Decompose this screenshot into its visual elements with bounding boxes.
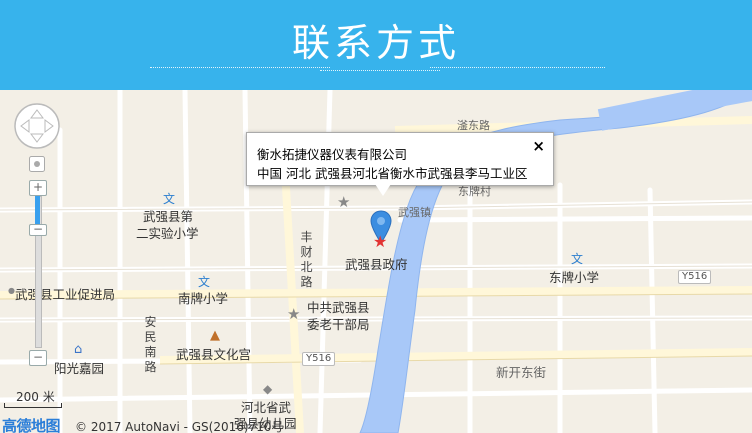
poi-label-gov: 武强县政府	[345, 257, 408, 272]
title-divider-right	[430, 67, 605, 68]
map-view[interactable]: 滏东路 武强镇 东牌村 文 武强县第 二实验小学 ★ 丰财北路 武强县政府 文 …	[0, 90, 752, 433]
poi-label-industry: 武强县工业促进局	[15, 287, 116, 302]
poi-label-yangguang: 阳光嘉园	[54, 361, 105, 376]
info-window-tail	[375, 184, 391, 196]
road-label-fengcai: 丰财北路	[300, 230, 313, 290]
poi-label-culture: 武强县文化宫	[176, 347, 252, 362]
place-label-dongpai-village: 东牌村	[458, 185, 491, 198]
road-label-fudong: 滏东路	[457, 119, 490, 132]
star-icon: ★	[373, 232, 388, 251]
kindergarten-icon: ◆	[263, 382, 273, 396]
company-address: 中国 河北 武强县河北省衡水市武强县李马工业区	[257, 166, 528, 181]
poi-label-party-line1: 中共武强县	[307, 300, 370, 315]
pan-control-icon[interactable]	[13, 102, 61, 150]
home-icon: ⌂	[74, 342, 83, 357]
gray-star-icon: ★	[287, 305, 301, 323]
road-badge-y516-east: Y516	[678, 270, 712, 284]
title-divider-center	[320, 70, 440, 71]
poi-label-school2-line1: 武强县第	[143, 209, 194, 224]
poi-label-party-line2: 委老干部局	[307, 317, 370, 332]
info-window: 衡水拓捷仪器仪表有限公司 中国 河北 武强县河北省衡水市武强县李马工业区 ×	[246, 132, 554, 186]
place-label-wuqiang-town: 武强镇	[398, 206, 431, 219]
scale-bar	[4, 403, 62, 408]
location-dot-icon: ●	[8, 286, 15, 295]
amap-logo[interactable]: 高德地图	[2, 415, 61, 433]
road-badge-y516-west: Y516	[302, 352, 336, 366]
road-label-xinkai: 新开东街	[496, 365, 547, 380]
road-label-anmin-text: 安民南路	[144, 315, 157, 374]
gray-star-icon: ★	[337, 193, 351, 211]
road-label-anmin: 安民南路	[144, 315, 157, 375]
locate-icon[interactable]	[29, 156, 45, 172]
company-name: 衡水拓捷仪器仪表有限公司	[257, 147, 408, 162]
school-icon: 文	[198, 275, 211, 289]
zoom-slider-handle[interactable]: −	[29, 223, 47, 236]
poi-label-school2-line2: 二实验小学	[136, 226, 199, 241]
school-icon: 文	[163, 192, 176, 206]
school-icon: 文	[571, 252, 584, 266]
zoom-out-button[interactable]: −	[29, 350, 47, 366]
copyright-text: © 2017 AutoNavi - GS(2016)710号	[75, 420, 284, 433]
poi-label-hebei-line1: 河北省武	[241, 400, 292, 415]
building-icon: ▲	[210, 328, 220, 343]
poi-label-nanpai-school: 南牌小学	[178, 291, 229, 306]
poi-label-dongpai-school: 东牌小学	[549, 270, 600, 285]
header-banner: 联系方式	[0, 0, 752, 90]
road-label-fengcai-text: 丰财北路	[300, 230, 313, 289]
close-icon[interactable]: ×	[532, 137, 545, 155]
title-divider-left	[150, 67, 330, 68]
page-title: 联系方式	[291, 21, 460, 65]
zoom-in-button[interactable]: +	[29, 180, 47, 196]
